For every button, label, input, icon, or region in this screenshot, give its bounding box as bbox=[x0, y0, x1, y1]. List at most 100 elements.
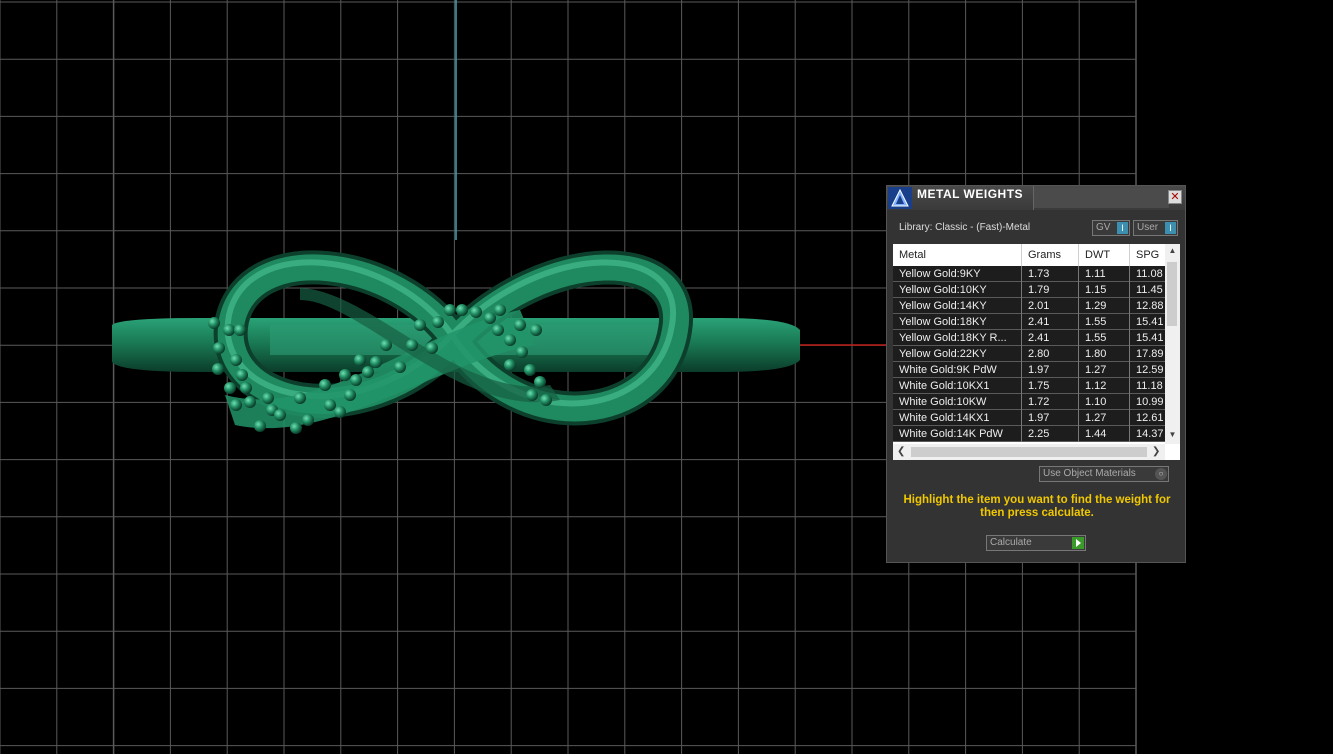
cell-divider bbox=[1078, 282, 1079, 298]
grams-cell: 2.41 bbox=[1028, 316, 1050, 328]
spg-cell: 15.41 bbox=[1136, 332, 1164, 344]
cell-divider bbox=[1078, 330, 1079, 346]
table-row[interactable]: Yellow Gold:18KY 2.41 1.55 15.41 bbox=[893, 314, 1165, 330]
column-header-spg[interactable]: SPG bbox=[1136, 249, 1159, 261]
bead bbox=[524, 364, 536, 376]
table-header: Metal Grams DWT SPG bbox=[893, 244, 1165, 266]
bead bbox=[470, 306, 482, 318]
bead bbox=[212, 363, 224, 375]
scroll-up-icon[interactable]: ▲ bbox=[1165, 246, 1180, 258]
bead bbox=[274, 409, 286, 421]
material-source-select[interactable]: Use Object Materials ○ bbox=[1039, 466, 1169, 482]
table-row[interactable]: White Gold:10KX1 1.75 1.12 11.18 bbox=[893, 378, 1165, 394]
metal-table[interactable]: Metal Grams DWT SPG Yellow Gold:9KY 1.73 1… bbox=[893, 244, 1180, 460]
bead bbox=[230, 399, 242, 411]
table-row[interactable]: White Gold:9K PdW 1.97 1.27 12.59 bbox=[893, 362, 1165, 378]
metal-cell: Yellow Gold:18KY bbox=[899, 316, 987, 328]
gv-toggle[interactable]: GV I bbox=[1092, 220, 1130, 236]
cell-divider bbox=[1078, 362, 1079, 378]
user-toggle[interactable]: User I bbox=[1133, 220, 1178, 236]
cell-divider bbox=[1129, 298, 1130, 314]
play-icon bbox=[1072, 537, 1084, 549]
scroll-down-icon[interactable]: ▼ bbox=[1165, 430, 1180, 442]
calculate-button[interactable]: Calculate bbox=[986, 535, 1086, 551]
gv-toggle-label: GV bbox=[1096, 222, 1111, 233]
spg-cell: 11.18 bbox=[1136, 380, 1163, 392]
column-header-dwt[interactable]: DWT bbox=[1085, 249, 1110, 261]
horizontal-scroll-thumb[interactable] bbox=[911, 447, 1147, 457]
table-row[interactable]: White Gold:10KW 1.72 1.10 10.99 bbox=[893, 394, 1165, 410]
bead bbox=[230, 354, 242, 366]
dropdown-icon: ○ bbox=[1155, 468, 1167, 480]
vertical-scrollbar[interactable]: ▲ ▼ bbox=[1165, 244, 1180, 444]
bead bbox=[534, 376, 546, 388]
table-row[interactable]: Yellow Gold:18KY R... 2.41 1.55 15.41 bbox=[893, 330, 1165, 346]
cell-divider bbox=[1078, 346, 1079, 362]
bead bbox=[492, 324, 504, 336]
panel-titlebar[interactable]: METAL WEIGHTS ✕ bbox=[887, 186, 1185, 210]
bead bbox=[294, 392, 306, 404]
table-row[interactable]: White Gold:14K PdW 2.25 1.44 14.37 bbox=[893, 426, 1165, 442]
dwt-cell: 1.27 bbox=[1085, 364, 1107, 376]
bead bbox=[319, 379, 331, 391]
vertical-scroll-thumb[interactable] bbox=[1167, 262, 1177, 326]
table-row[interactable]: Yellow Gold:14KY 2.01 1.29 12.88 bbox=[893, 298, 1165, 314]
bead bbox=[208, 317, 220, 329]
scroll-left-icon[interactable]: ❮ bbox=[897, 446, 905, 457]
grams-cell: 2.25 bbox=[1028, 428, 1050, 440]
cell-divider bbox=[1021, 394, 1022, 410]
bead bbox=[262, 392, 274, 404]
bead bbox=[484, 312, 496, 324]
bead bbox=[516, 346, 528, 358]
gv-toggle-indicator: I bbox=[1117, 222, 1128, 234]
cell-divider bbox=[1129, 378, 1130, 394]
cell-divider bbox=[1129, 346, 1130, 362]
grams-cell: 1.72 bbox=[1028, 396, 1050, 408]
panel-title: METAL WEIGHTS bbox=[917, 187, 1024, 201]
metal-cell: White Gold:9K PdW bbox=[899, 364, 997, 376]
dwt-cell: 1.27 bbox=[1085, 412, 1107, 424]
column-header-metal[interactable]: Metal bbox=[899, 249, 926, 261]
cell-divider bbox=[1078, 394, 1079, 410]
bead bbox=[354, 354, 366, 366]
column-divider[interactable] bbox=[1129, 244, 1130, 266]
column-divider[interactable] bbox=[1021, 244, 1022, 266]
bead bbox=[444, 304, 456, 316]
metal-cell: Yellow Gold:9KY bbox=[899, 268, 981, 280]
table-row[interactable]: White Gold:14KX1 1.97 1.27 12.61 bbox=[893, 410, 1165, 426]
table-row[interactable]: Yellow Gold:22KY 2.80 1.80 17.89 bbox=[893, 346, 1165, 362]
dwt-cell: 1.55 bbox=[1085, 332, 1107, 344]
dwt-cell: 1.44 bbox=[1085, 428, 1107, 440]
table-row[interactable]: Yellow Gold:10KY 1.79 1.15 11.45 bbox=[893, 282, 1165, 298]
grams-cell: 1.79 bbox=[1028, 284, 1050, 296]
bead bbox=[213, 342, 225, 354]
user-toggle-indicator: I bbox=[1165, 222, 1176, 234]
grams-cell: 2.41 bbox=[1028, 332, 1050, 344]
cell-divider bbox=[1021, 282, 1022, 298]
spg-cell: 12.59 bbox=[1136, 364, 1164, 376]
metal-weights-panel: METAL WEIGHTS ✕ Library: Classic - (Fast… bbox=[886, 185, 1186, 563]
close-button[interactable]: ✕ bbox=[1168, 190, 1182, 204]
cell-divider bbox=[1129, 362, 1130, 378]
bead bbox=[224, 382, 236, 394]
spg-cell: 14.37 bbox=[1136, 428, 1164, 440]
dwt-cell: 1.12 bbox=[1085, 380, 1107, 392]
grams-cell: 1.97 bbox=[1028, 412, 1050, 424]
bead bbox=[406, 339, 418, 351]
bead bbox=[350, 374, 362, 386]
calculate-label: Calculate bbox=[990, 537, 1032, 548]
grams-cell: 1.97 bbox=[1028, 364, 1050, 376]
column-divider[interactable] bbox=[1078, 244, 1079, 266]
bead bbox=[414, 319, 426, 331]
cell-divider bbox=[1078, 298, 1079, 314]
column-header-grams[interactable]: Grams bbox=[1028, 249, 1061, 261]
bead bbox=[504, 359, 516, 371]
table-row[interactable]: Yellow Gold:9KY 1.73 1.11 11.08 bbox=[893, 266, 1165, 282]
scroll-right-icon[interactable]: ❯ bbox=[1152, 446, 1160, 457]
metal-cell: Yellow Gold:18KY R... bbox=[899, 332, 1007, 344]
grams-cell: 1.75 bbox=[1028, 380, 1050, 392]
title-drag-area[interactable] bbox=[1034, 188, 1169, 208]
horizontal-scrollbar[interactable]: ❮ ❯ bbox=[893, 444, 1165, 460]
app-logo-icon bbox=[888, 187, 912, 209]
bead bbox=[244, 396, 256, 408]
